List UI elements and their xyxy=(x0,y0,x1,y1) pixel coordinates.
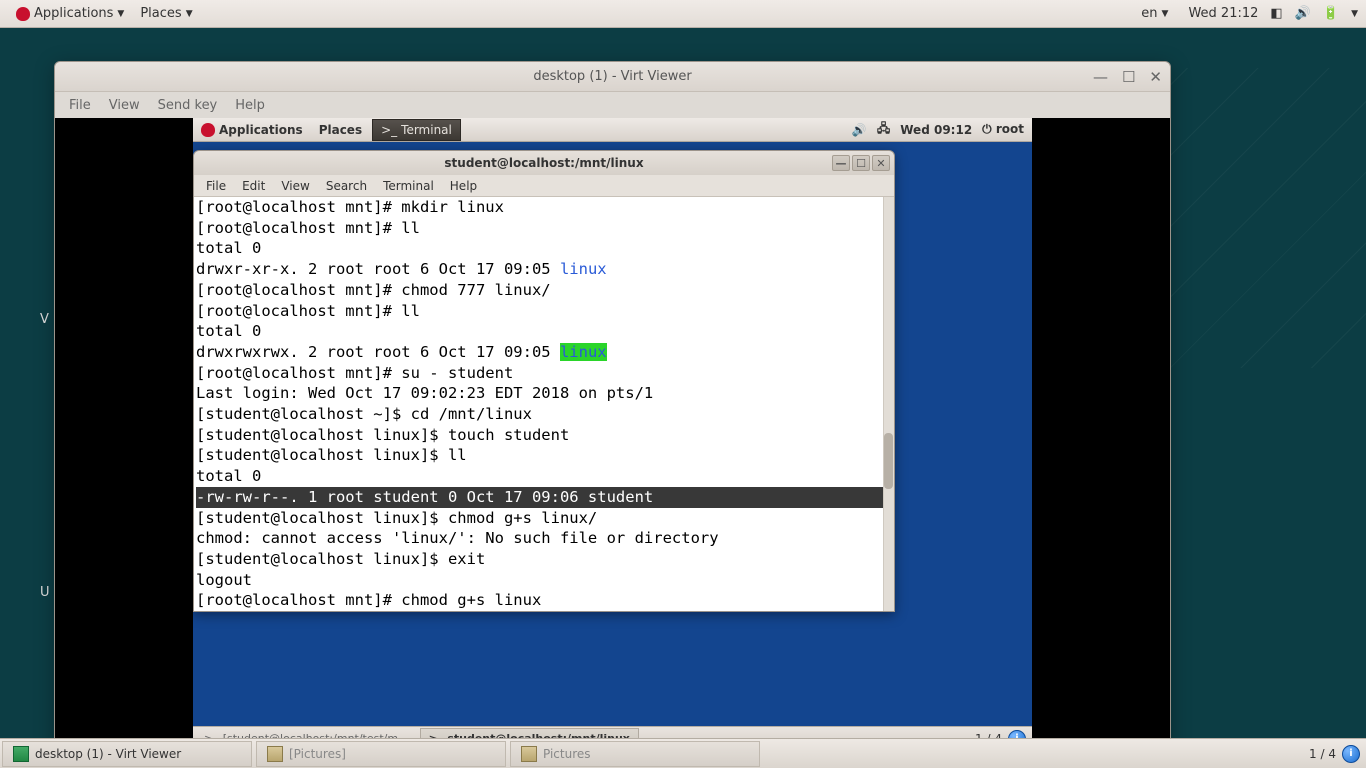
maximize-button[interactable]: ☐ xyxy=(852,155,870,171)
menu-terminal[interactable]: Terminal xyxy=(375,177,442,195)
redhat-icon xyxy=(201,123,215,137)
terminal-scrollbar[interactable] xyxy=(883,197,894,611)
menu-file[interactable]: File xyxy=(198,177,234,195)
accessibility-icon[interactable]: ◧ xyxy=(1270,6,1282,21)
volume-icon[interactable]: 🔊 xyxy=(1295,6,1311,21)
folder-icon xyxy=(521,746,537,762)
minimize-button[interactable]: — xyxy=(1093,68,1108,86)
chevron-down-icon[interactable]: ▼ xyxy=(1351,9,1358,19)
chevron-down-icon: ▼ xyxy=(186,9,193,19)
menu-edit[interactable]: Edit xyxy=(234,177,273,195)
host-clock[interactable]: Wed 21:12 xyxy=(1188,6,1258,21)
terminal-output[interactable]: [root@localhost mnt]# mkdir linux [root@… xyxy=(194,197,894,611)
network-icon[interactable]: 🖧 xyxy=(877,119,890,140)
battery-icon[interactable]: 🔋 xyxy=(1323,6,1339,21)
guest-topbar: Applications Places >_Terminal 🔊 🖧 Wed 0… xyxy=(193,118,1032,142)
window-title: desktop (1) - Virt Viewer xyxy=(533,69,691,84)
host-desktop: V U desktop (1) - Virt Viewer — ☐ ✕ File… xyxy=(0,28,1366,738)
menu-file[interactable]: File xyxy=(61,96,99,115)
minimize-button[interactable]: — xyxy=(832,155,850,171)
chevron-down-icon: ▼ xyxy=(117,9,124,19)
maximize-button[interactable]: ☐ xyxy=(1122,68,1135,86)
close-button[interactable]: ✕ xyxy=(872,155,890,171)
virt-viewer-menubar: File View Send key Help xyxy=(55,92,1170,118)
workspace-badge-icon[interactable]: i xyxy=(1342,745,1360,763)
redhat-icon xyxy=(16,7,30,21)
taskbar-item-pictures-1[interactable]: [Pictures] xyxy=(256,741,506,767)
workspace-indicator[interactable]: 1 / 4 xyxy=(1309,747,1336,761)
terminal-titlebar[interactable]: student@localhost:/mnt/linux — ☐ ✕ xyxy=(194,151,894,175)
desktop-label: V xyxy=(40,312,49,327)
virt-viewer-window: desktop (1) - Virt Viewer — ☐ ✕ File Vie… xyxy=(54,61,1171,751)
menu-search[interactable]: Search xyxy=(318,177,375,195)
menu-help[interactable]: Help xyxy=(227,96,273,115)
close-button[interactable]: ✕ xyxy=(1149,68,1162,86)
guest-terminal-launcher[interactable]: >_Terminal xyxy=(372,119,461,141)
desktop-label: U xyxy=(40,585,50,600)
terminal-window: student@localhost:/mnt/linux — ☐ ✕ File … xyxy=(193,150,895,612)
guest-clock[interactable]: Wed 09:12 xyxy=(900,123,972,137)
guest-user-menu[interactable]: ⏻ root xyxy=(982,122,1024,137)
volume-icon[interactable]: 🔊 xyxy=(852,123,867,137)
terminal-menubar: File Edit View Search Terminal Help xyxy=(194,175,894,197)
guest-display: Applications Places >_Terminal 🔊 🖧 Wed 0… xyxy=(55,118,1170,750)
taskbar-item-pictures-2[interactable]: Pictures xyxy=(510,741,760,767)
folder-icon xyxy=(267,746,283,762)
terminal-icon: >_ xyxy=(381,123,397,137)
guest-desktop[interactable]: student@localhost:/mnt/linux — ☐ ✕ File … xyxy=(193,142,1032,728)
guest-places-menu[interactable]: Places xyxy=(311,123,370,137)
taskbar-item-virt-viewer[interactable]: desktop (1) - Virt Viewer xyxy=(2,741,252,767)
monitor-icon xyxy=(13,746,29,762)
scrollbar-thumb[interactable] xyxy=(884,433,893,489)
virt-viewer-titlebar[interactable]: desktop (1) - Virt Viewer — ☐ ✕ xyxy=(55,62,1170,92)
host-applications-menu[interactable]: Applications ▼ xyxy=(8,6,132,21)
menu-view[interactable]: View xyxy=(101,96,148,115)
terminal-body[interactable]: [root@localhost mnt]# mkdir linux [root@… xyxy=(194,197,894,611)
host-places-menu[interactable]: Places ▼ xyxy=(132,6,200,21)
terminal-title: student@localhost:/mnt/linux xyxy=(444,156,643,170)
menu-sendkey[interactable]: Send key xyxy=(150,96,226,115)
host-topbar: Applications ▼ Places ▼ en ▼ Wed 21:12 ◧… xyxy=(0,0,1366,28)
menu-help[interactable]: Help xyxy=(442,177,485,195)
menu-view[interactable]: View xyxy=(273,177,317,195)
guest-applications-menu[interactable]: Applications xyxy=(193,123,311,137)
host-taskbar: desktop (1) - Virt Viewer [Pictures] Pic… xyxy=(0,738,1366,768)
keyboard-lang[interactable]: en ▼ xyxy=(1133,6,1176,21)
